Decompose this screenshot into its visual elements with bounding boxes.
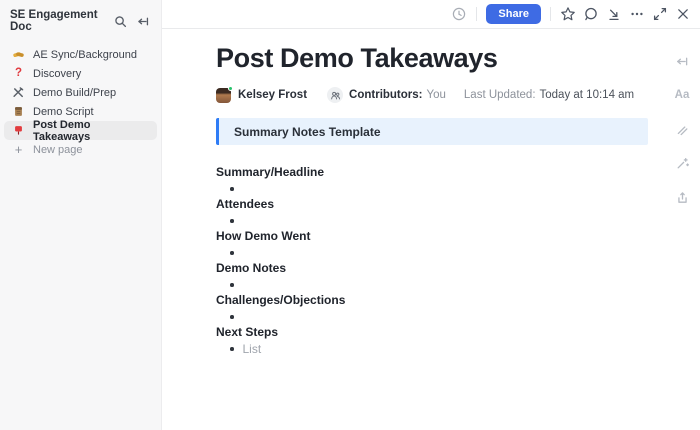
collapse-panel-icon[interactable] bbox=[675, 54, 690, 69]
plus-icon: + bbox=[12, 143, 25, 156]
section-heading[interactable]: Next Steps bbox=[216, 326, 648, 339]
list-item[interactable] bbox=[216, 183, 648, 195]
bullet-icon bbox=[230, 251, 234, 255]
last-updated-value: Today at 10:14 am bbox=[540, 89, 635, 101]
callout-text: Summary Notes Template bbox=[234, 125, 381, 139]
sidebar-page-list: AE Sync/Background ? Discovery Demo Buil… bbox=[0, 42, 161, 159]
tools-icon bbox=[12, 86, 25, 99]
doc-collection-title: SE Engagement Doc bbox=[10, 9, 105, 33]
typography-icon[interactable]: Aa bbox=[675, 88, 690, 103]
sidebar-item-demo-build[interactable]: Demo Build/Prep bbox=[4, 83, 157, 102]
bullet-icon bbox=[230, 315, 234, 319]
section-heading[interactable]: How Demo Went bbox=[216, 230, 648, 243]
pen-icon[interactable] bbox=[675, 122, 690, 137]
contributors-icon bbox=[327, 87, 343, 103]
sidebar-header: SE Engagement Doc bbox=[0, 7, 161, 42]
doc-sidebar: SE Engagement Doc bbox=[0, 0, 162, 430]
sidebar-item-discovery[interactable]: ? Discovery bbox=[4, 64, 157, 83]
star-icon[interactable] bbox=[560, 6, 576, 22]
handshake-icon bbox=[12, 48, 25, 61]
presence-dot bbox=[228, 86, 233, 91]
section-heading[interactable]: Attendees bbox=[216, 198, 648, 211]
callout-block[interactable]: Summary Notes Template bbox=[216, 118, 648, 145]
contributors-label: Contributors: bbox=[349, 89, 422, 101]
ellipsis-icon[interactable] bbox=[629, 6, 645, 22]
close-icon[interactable] bbox=[675, 6, 691, 22]
doc-topbar: Share bbox=[162, 0, 700, 29]
page-title[interactable]: Post Demo Takeaways bbox=[216, 42, 648, 74]
section-how-demo-went: How Demo Went bbox=[216, 230, 648, 259]
doc-meta-row: Kelsey Frost Contributors: You Last Upda… bbox=[216, 87, 648, 103]
scroll-icon bbox=[12, 105, 25, 118]
section-heading[interactable]: Summary/Headline bbox=[216, 166, 648, 179]
new-page-button[interactable]: + New page bbox=[4, 140, 157, 159]
doc-body: Post Demo Takeaways Kelsey Frost Contrib… bbox=[162, 29, 700, 430]
bullet-placeholder-text[interactable]: List bbox=[243, 343, 262, 355]
topbar-divider bbox=[476, 7, 477, 21]
sidebar-item-ae-sync[interactable]: AE Sync/Background bbox=[4, 45, 157, 64]
last-updated-label: Last Updated: bbox=[464, 89, 536, 101]
question-icon: ? bbox=[12, 67, 25, 80]
list-item[interactable] bbox=[216, 279, 648, 291]
search-icon[interactable] bbox=[113, 14, 128, 29]
author-name[interactable]: Kelsey Frost bbox=[238, 89, 307, 101]
list-item[interactable] bbox=[216, 247, 648, 259]
sidebar-item-label: Post Demo Takeaways bbox=[33, 119, 149, 143]
comment-icon[interactable] bbox=[583, 6, 599, 22]
section-challenges-objections: Challenges/Objections bbox=[216, 294, 648, 323]
share-button[interactable]: Share bbox=[486, 4, 541, 24]
dock-icon[interactable] bbox=[606, 6, 622, 22]
bullet-icon bbox=[230, 219, 234, 223]
export-icon[interactable] bbox=[675, 190, 690, 205]
sidebar-item-label: Demo Script bbox=[33, 106, 94, 118]
sidebar-item-label: AE Sync/Background bbox=[33, 49, 137, 61]
bullet-icon bbox=[230, 347, 234, 351]
contributors-value[interactable]: You bbox=[427, 89, 446, 101]
sidebar-item-label: Discovery bbox=[33, 68, 81, 80]
section-heading[interactable]: Challenges/Objections bbox=[216, 294, 648, 307]
bullet-icon bbox=[230, 187, 234, 191]
pin-icon bbox=[12, 124, 25, 137]
section-attendees: Attendees bbox=[216, 198, 648, 227]
list-item[interactable] bbox=[216, 311, 648, 323]
avatar bbox=[216, 88, 231, 103]
section-summary-headline: Summary/Headline bbox=[216, 166, 648, 195]
bullet-icon bbox=[230, 283, 234, 287]
doc-sections: Summary/Headline Attendees How Demo Went bbox=[216, 166, 648, 355]
section-heading[interactable]: Demo Notes bbox=[216, 262, 648, 275]
sidebar-item-label: Demo Build/Prep bbox=[33, 87, 116, 99]
list-item[interactable]: List bbox=[216, 343, 648, 355]
section-next-steps: Next Steps List bbox=[216, 326, 648, 355]
list-item[interactable] bbox=[216, 215, 648, 227]
doc-main: Share bbox=[162, 0, 700, 430]
section-demo-notes: Demo Notes bbox=[216, 262, 648, 291]
right-toolbar: Aa bbox=[664, 29, 700, 205]
sidebar-item-post-demo-takeaways[interactable]: Post Demo Takeaways bbox=[4, 121, 157, 140]
expand-icon[interactable] bbox=[652, 6, 668, 22]
topbar-divider bbox=[550, 7, 551, 21]
history-icon[interactable] bbox=[451, 6, 467, 22]
new-page-label: New page bbox=[33, 144, 83, 156]
collapse-sidebar-icon[interactable] bbox=[136, 14, 151, 29]
wand-icon[interactable] bbox=[675, 156, 690, 171]
doc-app: SE Engagement Doc bbox=[0, 0, 700, 430]
